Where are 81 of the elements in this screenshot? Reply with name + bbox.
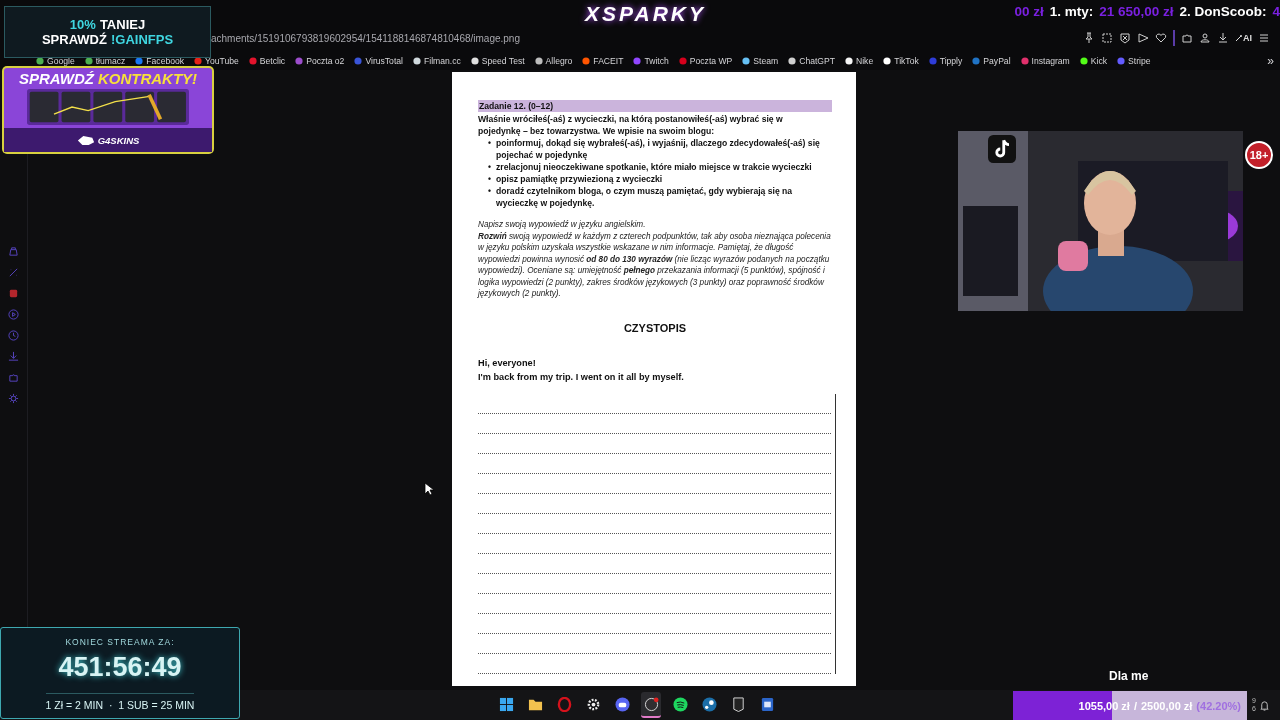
countdown: 451:56:49 (58, 652, 182, 683)
goal-target: 2500,00 zł (1141, 699, 1193, 712)
close-icon[interactable] (1119, 32, 1131, 44)
ticker-text: 2. DonScoob: (1179, 4, 1267, 19)
ticker-text: 4 (1272, 4, 1280, 19)
ring-icon (556, 696, 572, 712)
recording-icon (643, 696, 659, 712)
bullet: • (488, 173, 491, 185)
instructions-text: Napisz swoją wypowiedź w języku angielskim. (478, 219, 647, 231)
instructions-text: Rozwiń swoją wypowiedź w każdym z czterech podpunktów, tak aby osoba nieznająca polecenia w języku polskim uzyskała wszystkie wskazane w nim informacje. Pamiętaj, że długość wypowiedzi powinna wynosić od 80 do 130 wyrazów (nie licząc wyrazów podanych na początku wypowiedzi). Oceniane są: umiejętność pełnego przekazania informacji (5 punktów), spójność i logika wypowiedzi (2 punkty), zakres środków językowych (3 punkty) oraz poprawność środków językowych (2 punkty). (478, 230, 832, 300)
bookmark[interactable]: VirusTotal (354, 56, 403, 66)
notification-icon[interactable] (1259, 699, 1270, 711)
bookmark[interactable]: ChatGPT (788, 56, 835, 66)
bookmark[interactable]: Stripe (1117, 56, 1151, 66)
badge-icon[interactable] (8, 288, 19, 299)
task-heading: Zadanie 12. (0–12) (478, 100, 832, 112)
bullet: • (488, 137, 491, 149)
document-icon (759, 696, 775, 712)
brand-name: G4SKINS (97, 134, 140, 146)
bookmark[interactable]: Poczta o2 (295, 56, 345, 66)
crop-icon[interactable] (1101, 32, 1113, 44)
ticker-text: 1. mty: (1049, 4, 1094, 19)
taskbar-app[interactable] (641, 692, 661, 718)
bookmark[interactable]: Tipply (928, 56, 963, 66)
shield-icon (730, 696, 746, 712)
more-bookmarks-button[interactable]: » (1267, 54, 1274, 68)
bookmark[interactable]: Instagram (1020, 56, 1070, 66)
bookmark[interactable]: YouTube (194, 56, 239, 66)
bullet: • (488, 185, 491, 197)
bookmark[interactable]: Filman.cc (412, 56, 461, 66)
section-heading: CZYSTOPIS (622, 321, 688, 334)
address-bar[interactable]: achments/1519106793819602954/1541188146874810468/image.png (211, 32, 1083, 44)
ticker-text: 21 650,00 zł (1099, 4, 1174, 19)
age-badge: 18+ (1245, 141, 1273, 169)
windows-icon (498, 696, 514, 712)
ticker-text: 00 zł (1014, 4, 1044, 19)
steam-icon (701, 696, 717, 712)
answer-text: Hi, everyone! (478, 356, 537, 370)
goal-separator: / (1133, 699, 1137, 712)
task-point: doradź czytelnikom bloga, o czym muszą pamiętać, gdy wybierają się na wycieczkę w pojedynkę. (496, 185, 794, 209)
answer-text: I'm back from my trip. I went on it all by myself. (478, 370, 685, 384)
task-point: opisz pamiątkę przywiezioną z wycieczki (496, 173, 664, 185)
heart-icon[interactable] (1155, 32, 1167, 44)
bookmark[interactable]: Nike (845, 56, 874, 66)
bookmark[interactable]: tłumacz (84, 56, 126, 66)
goal-percent: (42.20%) (1196, 699, 1241, 712)
settings-icon[interactable] (8, 393, 19, 404)
pin-icon[interactable] (1083, 32, 1095, 44)
timer-label: KONIEC STREAMA ZA: (65, 637, 175, 647)
gear-icon (585, 696, 601, 712)
promo-text: TANIEJ (99, 17, 146, 32)
caption-text: Dla me (1109, 669, 1149, 683)
bookmark[interactable]: Kick (1079, 56, 1108, 66)
sound-waves-icon (672, 696, 688, 712)
bookmark[interactable]: FACEIT (582, 56, 624, 66)
bookmark[interactable]: Steam (742, 56, 779, 66)
banner-title: SPRAWDŹ (18, 70, 94, 87)
person-icon[interactable] (1199, 32, 1211, 44)
bullet: • (488, 161, 491, 173)
bookmark[interactable]: Facebook (135, 56, 185, 66)
bookmark[interactable]: TikTok (883, 56, 919, 66)
menu-icon[interactable] (1258, 32, 1270, 44)
promo-text: 10% (69, 17, 96, 32)
task-point: zrelacjonuj nieoczekiwane spotkanie, które miało miejsce w trakcie wycieczki (496, 161, 813, 173)
bookmark[interactable]: Betclic (248, 56, 286, 66)
bookmark[interactable]: Twitch (633, 56, 669, 66)
bookmark[interactable]: Speed Test (470, 56, 525, 66)
bookmark[interactable]: Google (36, 56, 75, 66)
stream-logo: XSPARKY (585, 2, 706, 26)
bookmark[interactable]: Poczta WP (678, 56, 733, 66)
task-description: Właśnie wróciłeś(-aś) z wycieczki, na którą postanowiłeś(-aś) wybrać się w pojedynkę – bez towarzystwa. We wpisie na swoim blogu: (478, 113, 784, 137)
music-note-icon (988, 135, 1016, 163)
timer-rates: 1 Zł = 2 MIN · 1 SUB = 25 MIN (45, 693, 195, 711)
promo-text: SPRAWDŹ (41, 32, 107, 47)
bookmark[interactable]: Allegro (534, 56, 573, 66)
wand-icon (1235, 34, 1243, 42)
bookmark[interactable]: PayPal (972, 56, 1011, 66)
ai-button[interactable]: AI (1235, 33, 1252, 43)
banner-title: KONTRAKTY! (97, 70, 198, 87)
promo-text: !GAINFPS (110, 32, 174, 47)
cursor-icon (424, 482, 434, 496)
